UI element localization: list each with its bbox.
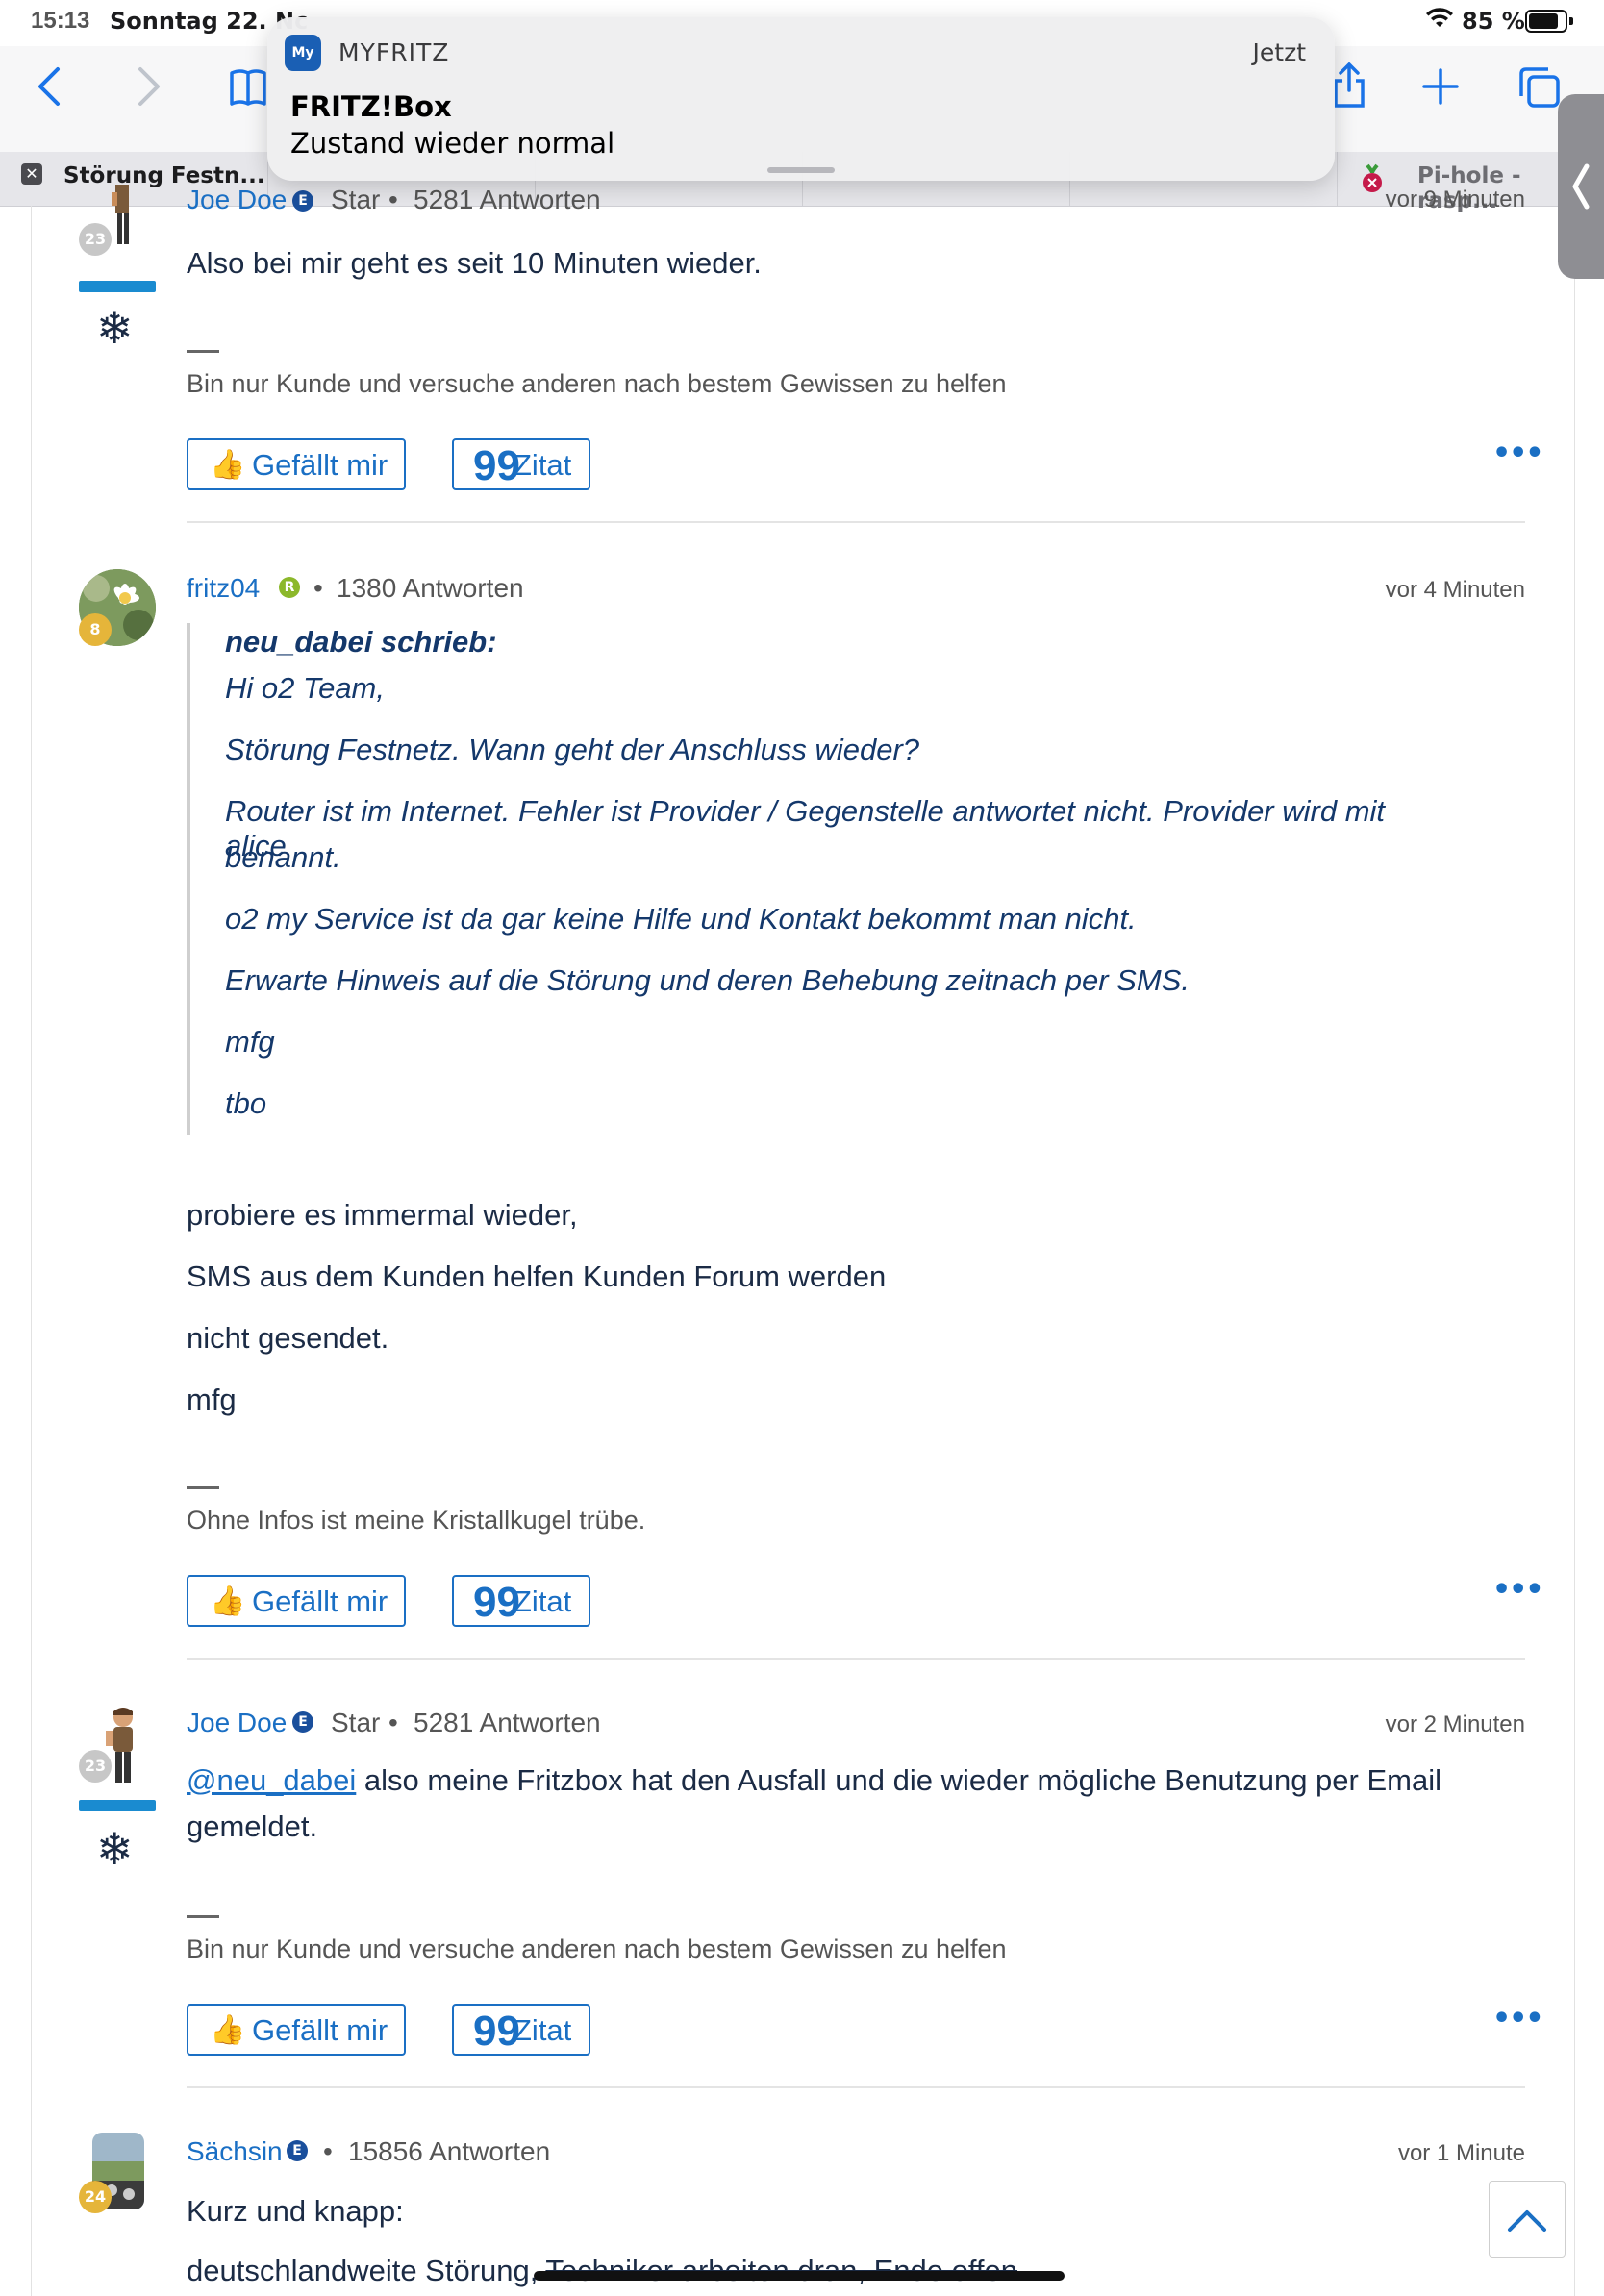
rank-bar [79, 1800, 156, 1811]
post-separator [187, 2086, 1525, 2088]
rank-badge-icon: E [292, 1711, 313, 1733]
level-badge: 23 [79, 1750, 112, 1783]
more-options-icon[interactable]: ••• [1492, 2002, 1544, 2035]
post-joe-doe-1: Joe Doe E Star • 5281 Antworten vor 9 Mi… [0, 185, 1604, 523]
signature: Bin nur Kunde und versuche anderen nach … [187, 369, 1007, 398]
post-author[interactable]: Sächsin [187, 2136, 283, 2167]
like-button[interactable]: 👍 Gefällt mir [187, 2004, 406, 2056]
post-body-line: probiere es immermal wieder, [187, 1198, 578, 1232]
post-body-text: also meine Fritzbox hat den Ausfall und … [356, 1763, 1441, 1797]
post-answers[interactable]: 5281 Antworten [414, 185, 601, 215]
home-indicator[interactable] [534, 2271, 1065, 2281]
rank-badge-icon: R [279, 577, 300, 598]
close-tab-icon[interactable]: ✕ [21, 163, 42, 185]
level-badge: 24 [79, 2181, 112, 2213]
scroll-to-top-button[interactable] [1489, 2181, 1566, 2258]
meta-separator: • [388, 185, 398, 214]
sidebar-handle[interactable] [1558, 94, 1604, 279]
myfritz-app-icon: My [285, 35, 321, 71]
meta-separator: • [323, 2136, 333, 2166]
thumbs-up-icon: 👍 [210, 2014, 246, 2046]
level-badge: 8 [79, 613, 112, 646]
post-separator [187, 521, 1525, 523]
quote-author: neu_dabei schrieb: [225, 625, 497, 659]
quote-button[interactable]: 99 Zitat [452, 1575, 590, 1627]
thumbs-up-icon: 👍 [210, 1585, 246, 1617]
new-tab-icon[interactable] [1421, 67, 1460, 113]
signature: Bin nur Kunde und versuche anderen nach … [187, 1934, 1007, 1963]
snowflake-icon: ❄ [96, 1823, 134, 1875]
post-body: Also bei mir geht es seit 10 Minuten wie… [187, 246, 762, 280]
signature: Ohne Infos ist meine Kristallkugel trübe… [187, 1506, 646, 1535]
post-body-line: mfg [187, 1383, 237, 1416]
meta-separator: • [388, 1708, 398, 1737]
post-body-line: gemeldet. [187, 1809, 318, 1843]
rank-bar [79, 281, 156, 292]
notification-grabber[interactable] [767, 167, 835, 173]
meta-separator: • [313, 573, 323, 603]
quote-line: benannt. [225, 840, 341, 874]
quote-line: tbo [225, 1086, 267, 1120]
post-body-line: nicht gesendet. [187, 1321, 389, 1355]
post-body-line: @neu_dabei also meine Fritzbox hat den A… [187, 1763, 1441, 1798]
more-options-icon[interactable]: ••• [1492, 1573, 1544, 1607]
post-answers[interactable]: 15856 Antworten [348, 2136, 550, 2167]
post-time: vor 2 Minuten [1385, 1711, 1525, 1737]
like-button[interactable]: 👍 Gefällt mir [187, 1575, 406, 1627]
rank-badge-icon: E [292, 190, 313, 212]
battery-percent: 85 % [1462, 8, 1525, 35]
notification-time: Jetzt [1252, 38, 1306, 66]
level-badge: 23 [79, 223, 112, 256]
bookmarks-icon[interactable] [229, 67, 267, 115]
quote-line: mfg [225, 1025, 275, 1059]
post-time: vor 9 Minuten [1385, 187, 1525, 212]
quote-line: Störung Festnetz. Wann geht der Anschlus… [225, 733, 920, 766]
share-icon[interactable] [1333, 62, 1366, 117]
post-time: vor 4 Minuten [1385, 577, 1525, 603]
signature-divider [187, 1486, 219, 1489]
post-body-line: Kurz und knapp: [187, 2194, 404, 2228]
snowflake-icon: ❄ [96, 302, 134, 354]
like-button[interactable]: 👍 Gefällt mir [187, 438, 406, 490]
quote-block: neu_dabei schrieb: Hi o2 Team, Störung F… [187, 623, 1441, 1135]
post-author[interactable]: fritz04 [187, 573, 260, 604]
user-mention-link[interactable]: @neu_dabei [187, 1763, 356, 1797]
thumbs-up-icon: 👍 [210, 449, 246, 481]
quote-line: Hi o2 Team, [225, 671, 385, 705]
quote-line: Router ist im Internet. Fehler ist Provi… [225, 794, 1386, 862]
notification-body: Zustand wieder normal [290, 127, 615, 160]
post-answers[interactable]: 1380 Antworten [337, 573, 524, 604]
signature-divider [187, 1915, 219, 1918]
chevron-left-icon [1572, 163, 1590, 210]
notification-banner[interactable]: My MYFRITZ Jetzt FRITZ!Box Zustand wiede… [267, 17, 1335, 181]
post-answers[interactable]: 5281 Antworten [414, 1708, 601, 1738]
post-rank: Star [331, 185, 381, 214]
tabs-overview-icon[interactable] [1517, 65, 1562, 117]
clock: 15:13 [31, 8, 90, 34]
post-author[interactable]: Joe Doe [187, 1708, 287, 1738]
wifi-icon [1425, 8, 1454, 35]
quote-line: o2 my Service ist da gar keine Hilfe und… [225, 902, 1137, 936]
quote-button[interactable]: 99 Zitat [452, 438, 590, 490]
quote-button[interactable]: 99 Zitat [452, 2004, 590, 2056]
notification-title: FRITZ!Box [290, 90, 452, 123]
battery-icon [1525, 10, 1573, 33]
rank-badge-icon: E [287, 2140, 308, 2161]
more-options-icon[interactable]: ••• [1492, 437, 1544, 470]
post-time: vor 1 Minute [1397, 2140, 1525, 2166]
forward-icon[interactable] [135, 65, 163, 115]
back-icon[interactable] [35, 65, 63, 115]
signature-divider [187, 350, 219, 353]
post-rank: Star [331, 1708, 381, 1737]
post-author[interactable]: Joe Doe [187, 185, 287, 215]
notification-app-name: MYFRITZ [338, 38, 450, 66]
post-separator [187, 1658, 1525, 1660]
chevron-up-icon [1508, 2210, 1546, 2232]
post-body-line: SMS aus dem Kunden helfen Kunden Forum w… [187, 1260, 887, 1293]
quote-line: Erwarte Hinweis auf die Störung und dere… [225, 963, 1190, 997]
